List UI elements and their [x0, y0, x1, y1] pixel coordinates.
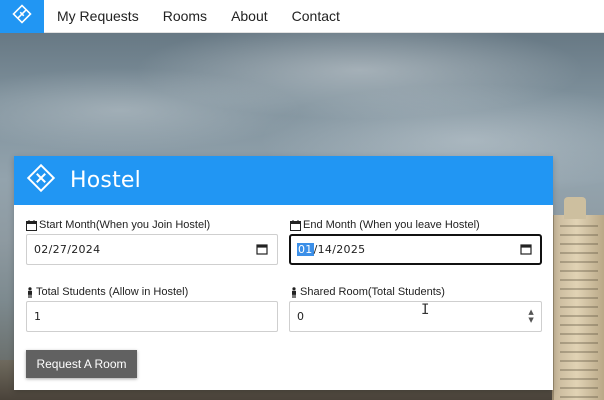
person-icon — [290, 286, 298, 298]
spinner-up-icon[interactable]: ▲ — [528, 308, 534, 316]
total-students-input[interactable]: 1 — [26, 301, 278, 332]
nav-link-about[interactable]: About — [219, 0, 280, 33]
start-month-value: 02/27/2024 — [34, 243, 101, 256]
spinner-down-icon[interactable]: ▼ — [528, 316, 534, 324]
navbar: My Requests Rooms About Contact — [0, 0, 604, 33]
end-month-input[interactable]: 01/14/2025 — [289, 234, 542, 265]
background-building — [552, 197, 604, 400]
shared-room-value: 0 — [297, 310, 305, 323]
card-title: Hostel — [70, 168, 141, 193]
calendar-icon — [26, 219, 37, 231]
total-students-label-text: Total Students (Allow in Hostel) — [36, 286, 189, 298]
brand-logo[interactable] — [0, 0, 44, 33]
nav-link-contact[interactable]: Contact — [280, 0, 352, 33]
shared-room-label-text: Shared Room(Total Students) — [300, 286, 445, 298]
calendar-icon[interactable] — [520, 243, 532, 255]
number-spinner[interactable]: ▲ ▼ — [528, 308, 534, 324]
text-cursor-icon: I — [421, 302, 430, 318]
total-students-value: 1 — [34, 310, 42, 323]
nav-link-my-requests[interactable]: My Requests — [44, 0, 151, 33]
start-month-label-text: Start Month(When you Join Hostel) — [39, 219, 211, 231]
end-month-selected-segment: 01 — [297, 243, 314, 256]
person-icon — [26, 286, 34, 298]
hostel-request-card: Hostel Start Month(When you Join Hostel)… — [14, 156, 553, 390]
nav-links: My Requests Rooms About Contact — [44, 0, 352, 32]
nav-link-rooms[interactable]: Rooms — [151, 0, 219, 33]
total-students-label: Total Students (Allow in Hostel) — [26, 286, 188, 298]
calendar-icon[interactable] — [256, 243, 268, 255]
start-month-label: Start Month(When you Join Hostel) — [26, 219, 210, 231]
shared-room-input[interactable]: 0 ▲ ▼ — [289, 301, 542, 332]
shared-room-label: Shared Room(Total Students) — [290, 286, 445, 298]
diamond-logo-icon — [12, 4, 32, 29]
end-month-label: End Month (When you leave Hostel) — [290, 219, 480, 231]
calendar-icon — [290, 219, 301, 231]
start-month-input[interactable]: 02/27/2024 — [26, 234, 278, 265]
request-room-button[interactable]: Request A Room — [26, 350, 137, 378]
card-header: Hostel — [14, 156, 553, 205]
end-month-value: /14/2025 — [313, 243, 366, 256]
end-month-label-text: End Month (When you leave Hostel) — [303, 219, 480, 231]
diamond-logo-icon — [26, 163, 56, 198]
